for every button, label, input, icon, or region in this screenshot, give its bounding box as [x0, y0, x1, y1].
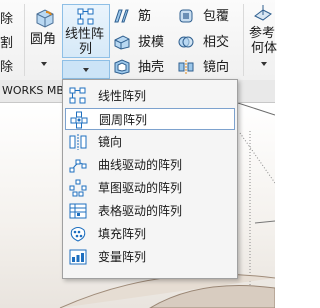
- menu-item-label: 填充阵列: [98, 227, 147, 241]
- menu-item-fill-pattern[interactable]: 填充阵列: [65, 223, 235, 245]
- fillet-button[interactable]: 圆角: [28, 4, 60, 76]
- wrap-icon[interactable]: [177, 8, 195, 24]
- reference-geometry-button[interactable]: 参考 何体: [247, 4, 278, 76]
- circular-pattern-icon: [70, 111, 88, 129]
- menu-item-circular-pattern[interactable]: 圆周阵列: [65, 108, 235, 130]
- mirror-icon[interactable]: [177, 59, 195, 75]
- mirror-button[interactable]: 镜向: [203, 60, 229, 75]
- fillet-icon: [36, 9, 54, 28]
- linear-pattern-label-2: 列: [79, 42, 93, 57]
- intersect-button[interactable]: 相交: [203, 35, 229, 50]
- linear-pattern-button[interactable]: 线性阵 列: [62, 4, 110, 58]
- menu-item-label: 曲线驱动的阵列: [98, 158, 183, 172]
- linear-pattern-icon: [77, 8, 94, 25]
- variable-pattern-icon: [69, 249, 87, 265]
- wrap-button[interactable]: 包覆: [203, 9, 229, 24]
- draft-button[interactable]: 拔模: [138, 35, 164, 50]
- reference-label-1: 参考: [249, 26, 276, 41]
- chevron-down-icon: [83, 68, 89, 72]
- pattern-dropdown-menu: 线性阵列 圆周阵列 镜向 曲线驱动的阵列 草图驱动的阵列 表格驱动的阵列 填充阵…: [62, 79, 238, 279]
- menu-item-label: 变量阵列: [98, 250, 147, 264]
- draft-icon[interactable]: [113, 34, 131, 50]
- rib-icon[interactable]: [113, 8, 129, 24]
- reference-geometry-icon: [254, 5, 272, 21]
- linear-pattern-icon: [69, 87, 86, 104]
- fillet-label: 圆角: [30, 32, 57, 47]
- menu-item-label: 表格驱动的阵列: [98, 204, 183, 218]
- menu-item-curve-driven-pattern[interactable]: 曲线驱动的阵列: [65, 154, 235, 176]
- linear-pattern-label-1: 线性阵: [65, 27, 105, 42]
- menu-item-label: 草图驱动的阵列: [98, 181, 183, 195]
- table-driven-pattern-icon: [69, 203, 87, 219]
- left-command-1[interactable]: 除: [0, 12, 13, 27]
- menu-item-label: 线性阵列: [98, 89, 147, 103]
- shell-button[interactable]: 抽壳: [138, 60, 164, 75]
- rib-button[interactable]: 筋: [138, 9, 151, 24]
- menu-item-mirror[interactable]: 镜向: [65, 131, 235, 153]
- sketch-driven-pattern-icon: [69, 179, 87, 197]
- chevron-down-icon[interactable]: [41, 62, 47, 66]
- chevron-down-icon: [261, 62, 267, 66]
- menu-item-label: 镜向: [98, 135, 123, 149]
- curve-driven-pattern-icon: [69, 159, 87, 173]
- menu-item-label: 圆周阵列: [99, 113, 148, 127]
- mirror-icon: [69, 134, 87, 150]
- fill-pattern-icon: [70, 227, 86, 242]
- separator: [243, 4, 244, 76]
- reference-label-2: 何体: [251, 41, 278, 56]
- menu-item-variable-pattern[interactable]: 变量阵列: [65, 246, 235, 268]
- feature-ribbon: 除 割 除 圆角 线性阵 列 筋 拔模 抽壳 包覆 相交 镜向 参考 何体: [0, 0, 278, 81]
- menu-item-table-driven-pattern[interactable]: 表格驱动的阵列: [65, 200, 235, 222]
- shell-icon[interactable]: [113, 59, 131, 75]
- left-command-2[interactable]: 割: [0, 36, 13, 51]
- linear-pattern-dropdown[interactable]: [62, 60, 110, 79]
- menu-item-linear-pattern[interactable]: 线性阵列: [65, 85, 235, 107]
- left-command-3[interactable]: 除: [0, 60, 13, 75]
- separator: [24, 4, 25, 76]
- intersect-icon[interactable]: [177, 34, 195, 50]
- menu-item-sketch-driven-pattern[interactable]: 草图驱动的阵列: [65, 177, 235, 199]
